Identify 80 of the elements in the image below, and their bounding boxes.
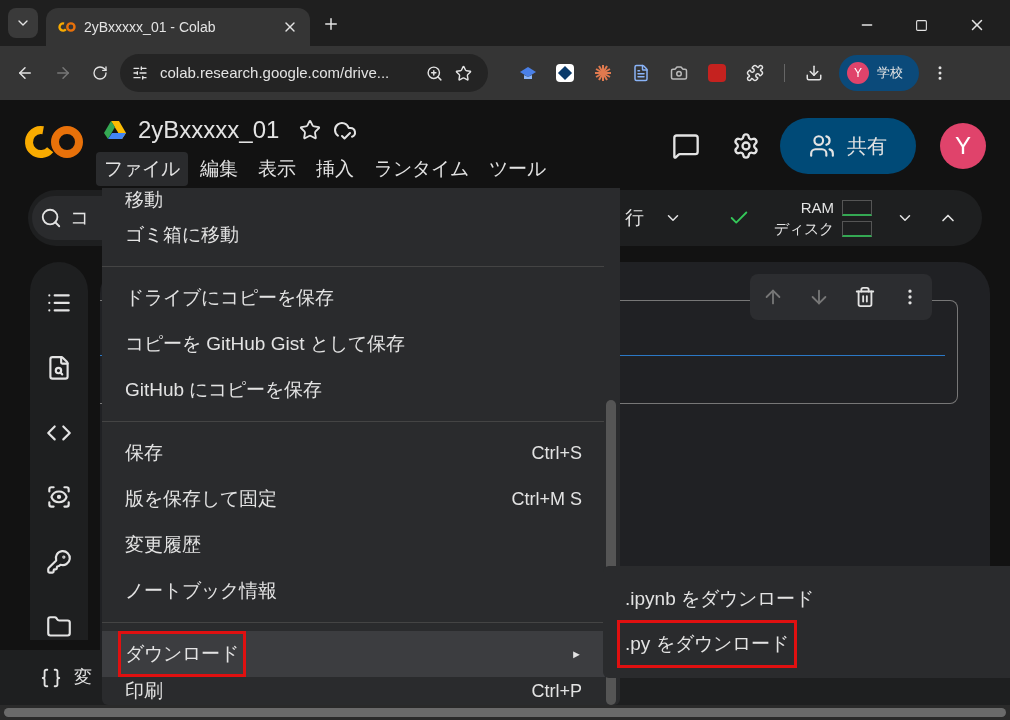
- url-text: colab.research.google.com/drive...: [160, 62, 391, 83]
- shortcut-label: Ctrl+P: [531, 679, 582, 703]
- disk-meter: [842, 220, 872, 237]
- menu-entry-label: 移動: [124, 188, 164, 212]
- tab-title: 2yBxxxxx_01 - Colab: [84, 17, 217, 37]
- star-icon[interactable]: [455, 64, 472, 82]
- menu-entry-label: 保存: [124, 441, 164, 465]
- comment-icon[interactable]: [672, 132, 700, 160]
- menu-item[interactable]: ファイル: [96, 152, 188, 186]
- forward-icon[interactable]: [54, 64, 72, 82]
- menu-entry[interactable]: 保存 Ctrl+S: [102, 430, 620, 476]
- extension-icon[interactable]: [556, 64, 574, 82]
- braces-icon[interactable]: [40, 666, 62, 689]
- colab-logo-icon: [24, 124, 84, 160]
- document-icon[interactable]: [632, 64, 650, 82]
- ram-meter: [842, 199, 872, 216]
- settings-icon[interactable]: [732, 132, 760, 160]
- profile-avatar: Y: [847, 62, 869, 84]
- sunburst-icon[interactable]: [594, 64, 612, 82]
- submenu-arrow: ►: [571, 646, 582, 662]
- shortcut-label: Ctrl+M S: [511, 488, 582, 511]
- disk-label: ディスク: [774, 219, 834, 239]
- menu-entry[interactable]: GitHub にコピーを保存: [102, 367, 620, 413]
- menu-entry[interactable]: ゴミ箱に移動: [102, 212, 620, 258]
- menu-entry-label: コピーを GitHub Gist として保存: [124, 332, 406, 356]
- share-button[interactable]: 共有: [780, 118, 916, 174]
- menu-item[interactable]: 表示: [250, 152, 304, 186]
- site-settings-icon[interactable]: [132, 65, 148, 81]
- drive-icon[interactable]: [104, 120, 126, 140]
- ram-label: RAM: [800, 198, 834, 218]
- menu-entry[interactable]: コピーを GitHub Gist として保存: [102, 321, 620, 367]
- menu-item[interactable]: 挿入: [308, 152, 362, 186]
- horizontal-scrollbar[interactable]: [0, 705, 1010, 720]
- maximize-icon[interactable]: [915, 18, 928, 32]
- reload-icon[interactable]: [92, 65, 108, 81]
- profile-button[interactable]: Y 学校: [839, 55, 919, 91]
- menu-item[interactable]: 編集: [192, 152, 246, 186]
- graduation-cap-icon[interactable]: [520, 65, 536, 81]
- menu-item[interactable]: ツール: [481, 152, 554, 186]
- menu-entry[interactable]: 版を保存して固定 Ctrl+M S: [102, 476, 620, 522]
- menu-entry-label: ゴミ箱に移動: [124, 223, 240, 247]
- menu-entry[interactable]: 印刷 Ctrl+P: [102, 677, 620, 704]
- menu-entry-label: ダウンロード: [118, 631, 246, 677]
- key-icon[interactable]: [46, 549, 72, 576]
- zoom-icon[interactable]: [426, 64, 443, 82]
- folder-icon[interactable]: [46, 614, 72, 640]
- menu-entry-label: ドライブにコピーを保存: [124, 286, 335, 310]
- search-icon: [40, 207, 62, 229]
- back-icon[interactable]: [16, 64, 34, 82]
- variables-label[interactable]: 変: [74, 664, 92, 691]
- extensions-icon[interactable]: [746, 64, 764, 82]
- tab-list-button[interactable]: [8, 8, 38, 38]
- menu-item[interactable]: ランタイム: [366, 152, 477, 186]
- submenu-entry[interactable]: .ipynb をダウンロード: [603, 576, 1010, 621]
- menu-entry-label: ノートブック情報: [124, 579, 278, 603]
- notebook-title[interactable]: 2yBxxxxx_01: [138, 112, 280, 148]
- menu-entry[interactable]: ドライブにコピーを保存: [102, 275, 620, 321]
- profile-label: 学校: [877, 64, 903, 83]
- menu-entry[interactable]: 変更履歴: [102, 522, 620, 568]
- menu-entry-label: 版を保存して固定: [124, 487, 278, 511]
- submenu-entry-label: .py をダウンロード: [617, 619, 797, 668]
- people-icon: [809, 133, 835, 159]
- star-icon[interactable]: [299, 119, 322, 141]
- file-search-icon[interactable]: [46, 354, 72, 381]
- menu-entry-label: GitHub にコピーを保存: [124, 378, 324, 402]
- new-tab-icon[interactable]: [322, 15, 340, 33]
- user-avatar[interactable]: Y: [940, 123, 986, 169]
- download-icon[interactable]: [805, 64, 823, 82]
- eye-icon[interactable]: [46, 484, 72, 511]
- camera-icon[interactable]: [670, 64, 688, 82]
- menu-entry-label: 変更履歴: [124, 533, 202, 557]
- menu-entry-label: 印刷: [124, 678, 164, 703]
- menu-entry[interactable]: 移動: [102, 188, 620, 212]
- address-bar[interactable]: colab.research.google.com/drive...: [120, 54, 488, 92]
- shortcut-label: Ctrl+S: [531, 442, 582, 465]
- browser-tab[interactable]: 2yBxxxxx_01 - Colab: [46, 8, 310, 46]
- submenu-entry-label: .ipynb をダウンロード: [624, 586, 815, 611]
- trash-icon[interactable]: [854, 286, 876, 308]
- colab-logo-icon: [58, 21, 76, 33]
- run-label[interactable]: 行: [625, 203, 644, 233]
